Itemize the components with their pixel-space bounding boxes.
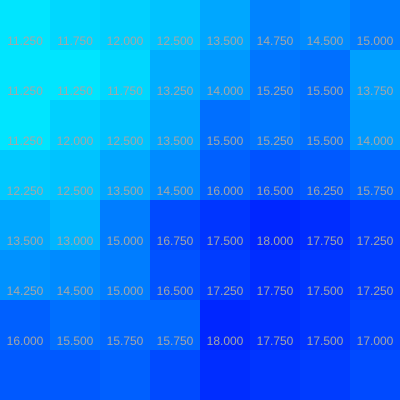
cell-value-label: 17.750	[257, 284, 294, 298]
cell-value-label: 15.000	[107, 234, 144, 248]
heatmap-cell	[0, 350, 50, 400]
cell-value-label: 15.500	[207, 134, 244, 148]
cell-value-label: 17.250	[357, 284, 394, 298]
cell-value-label: 15.250	[257, 134, 294, 148]
cell-value-label: 13.500	[7, 234, 44, 248]
cell-value-label: 14.500	[157, 184, 194, 198]
cell-value-label: 14.000	[207, 84, 244, 98]
cell-value-label: 13.750	[357, 84, 394, 98]
cell-value-label: 14.500	[307, 34, 344, 48]
cell-value-label: 12.500	[107, 134, 144, 148]
cell-value-label: 18.000	[207, 334, 244, 348]
cell-value-label: 13.500	[107, 184, 144, 198]
cell-value-label: 15.500	[307, 84, 344, 98]
cell-value-label: 13.500	[207, 34, 244, 48]
cell-value-label: 11.250	[7, 84, 43, 98]
heatmap-cell	[250, 350, 300, 400]
cell-value-label: 12.500	[57, 184, 94, 198]
heatmap-cell	[150, 350, 200, 400]
heatmap-cell	[300, 350, 350, 400]
cell-value-label: 15.000	[357, 34, 394, 48]
cell-value-label: 15.750	[157, 334, 194, 348]
cell-value-label: 16.500	[157, 284, 194, 298]
cell-value-label: 15.500	[307, 134, 344, 148]
cell-value-label: 15.750	[357, 184, 394, 198]
heatmap-cell	[50, 350, 100, 400]
heatmap-cell	[100, 350, 150, 400]
heatmap-cell	[350, 350, 400, 400]
cell-value-label: 17.500	[207, 234, 244, 248]
cell-value-label: 12.000	[107, 34, 144, 48]
cell-value-label: 12.000	[57, 134, 94, 148]
cell-value-label: 16.250	[307, 184, 344, 198]
cell-value-label: 15.000	[107, 284, 144, 298]
cell-value-label: 15.750	[107, 334, 144, 348]
cell-value-label: 14.000	[357, 134, 394, 148]
cell-value-label: 13.250	[157, 84, 194, 98]
cell-value-label: 17.750	[257, 334, 294, 348]
cell-value-label: 13.500	[157, 134, 194, 148]
cell-value-label: 11.250	[57, 84, 93, 98]
cell-value-label: 14.750	[257, 34, 294, 48]
cell-value-label: 12.250	[7, 184, 44, 198]
cell-value-label: 17.500	[307, 284, 344, 298]
cell-value-label: 11.250	[7, 134, 43, 148]
cell-value-label: 12.500	[157, 34, 194, 48]
cell-value-label: 17.750	[307, 234, 344, 248]
cell-value-label: 17.250	[207, 284, 244, 298]
cell-value-label: 11.750	[107, 84, 143, 98]
cell-value-label: 17.250	[357, 234, 394, 248]
cell-value-label: 14.500	[57, 284, 94, 298]
cell-value-label: 15.250	[257, 84, 294, 98]
heatmap-chart: 11.250 11.750 12.000 12.500 13.500 14.750 14.5…	[0, 0, 400, 400]
cell-value-label: 16.500	[257, 184, 294, 198]
cell-value-label: 17.500	[307, 334, 344, 348]
cell-value-label: 15.500	[57, 334, 94, 348]
cell-value-label: 13.000	[57, 234, 94, 248]
cell-value-label: 16.750	[157, 234, 194, 248]
cell-value-label: 16.000	[7, 334, 44, 348]
cell-value-label: 14.250	[7, 284, 44, 298]
cell-value-label: 18.000	[257, 234, 294, 248]
cell-value-label: 17.000	[357, 334, 394, 348]
heatmap-cell	[200, 350, 250, 400]
cell-value-label: 16.000	[207, 184, 244, 198]
cell-value-label: 11.250	[7, 34, 43, 48]
cell-value-label: 11.750	[57, 34, 93, 48]
